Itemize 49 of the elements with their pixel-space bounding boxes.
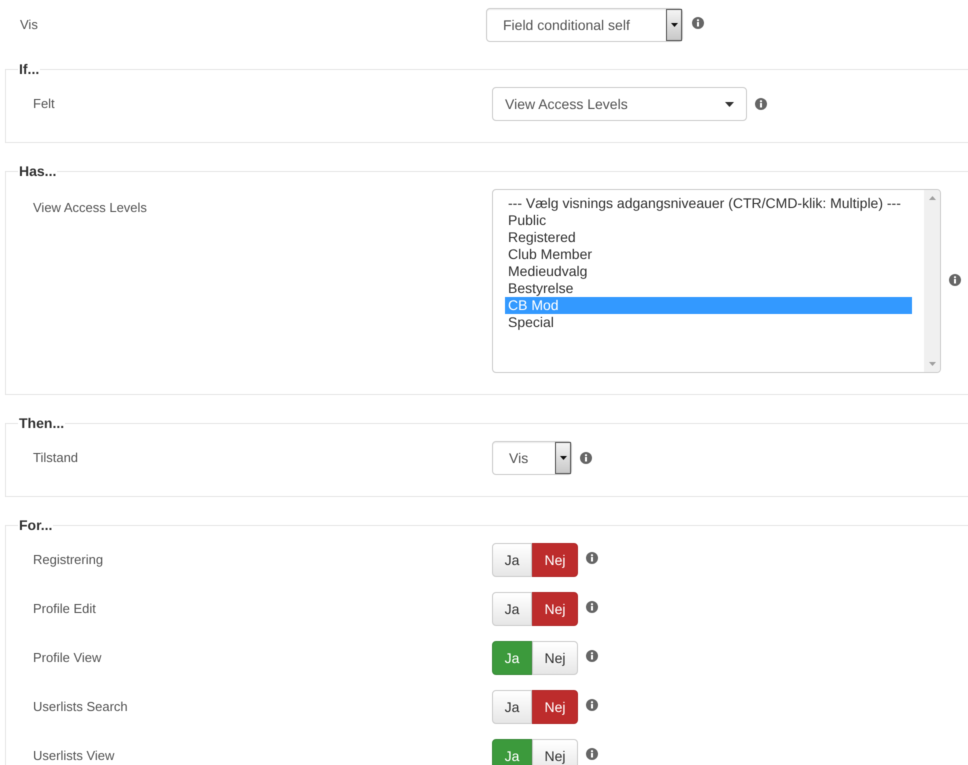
multi-select-list[interactable]: --- Vælg visnings adgangsniveauer (CTR/CMD-klik: Multiple) --- Public Registered Club Member Medieudvalg Bestyrelse CB Mod Special <box>492 189 941 373</box>
info-icon <box>586 650 598 662</box>
dropdown-select[interactable]: Vis <box>492 441 572 475</box>
caret-icon <box>725 102 734 106</box>
toggle-option[interactable]: Ja <box>492 739 532 765</box>
info-icon <box>580 452 592 464</box>
field-label: Userlists Search <box>33 698 129 716</box>
info-icon <box>586 552 598 564</box>
list-option[interactable]: Club Member <box>505 246 912 263</box>
toggle-option[interactable]: Nej <box>532 641 578 675</box>
info-icon <box>586 600 598 612</box>
list-option[interactable]: Bestyrelse <box>505 280 912 297</box>
dropdown-select[interactable]: View Access Levels <box>492 87 747 121</box>
field-label: Profile Edit <box>33 600 97 618</box>
list-option[interactable]: --- Vælg visnings adgangsniveauer (CTR/CMD-klik: Multiple) --- <box>505 195 912 212</box>
scroll-up-icon[interactable] <box>928 196 936 200</box>
field-label: Registrering <box>33 551 104 570</box>
section-legend: If... <box>18 59 40 80</box>
section-legend: For... <box>18 515 54 536</box>
field-label: Profile View <box>33 649 102 668</box>
toggle-option[interactable]: Ja <box>492 592 532 626</box>
list-option[interactable]: Special <box>505 314 912 331</box>
toggle-option[interactable]: Ja <box>492 543 532 577</box>
section-legend: Then... <box>18 413 66 434</box>
info-icon <box>755 98 767 110</box>
scroll-down-icon[interactable] <box>928 362 936 366</box>
toggle-option[interactable]: Nej <box>532 690 578 724</box>
field-label: View Access Levels <box>33 199 148 217</box>
toggle-option[interactable]: Ja <box>492 641 532 675</box>
caret-icon <box>670 23 678 27</box>
list-option[interactable]: Public <box>505 212 912 229</box>
field-label: Userlists View <box>33 747 116 765</box>
field-label: Vis <box>20 16 39 34</box>
info-icon <box>692 16 704 28</box>
section-legend: Has... <box>18 161 58 182</box>
list-option[interactable]: Registered <box>505 229 912 246</box>
field-label: Felt <box>33 95 56 114</box>
field-label: Tilstand <box>33 449 80 468</box>
toggle-option[interactable]: Nej <box>532 592 578 626</box>
toggle-option[interactable]: Ja <box>492 690 532 724</box>
toggle-option[interactable]: Nej <box>532 739 578 765</box>
dropdown-select[interactable]: Field conditional self <box>486 8 683 42</box>
caret-icon <box>560 456 566 460</box>
info-icon <box>586 698 598 710</box>
toggle-option[interactable]: Nej <box>532 543 578 577</box>
list-option[interactable]: Medieudvalg <box>505 263 912 280</box>
scrollbar[interactable] <box>924 190 940 372</box>
info-icon <box>949 274 961 286</box>
info-icon <box>586 748 598 760</box>
